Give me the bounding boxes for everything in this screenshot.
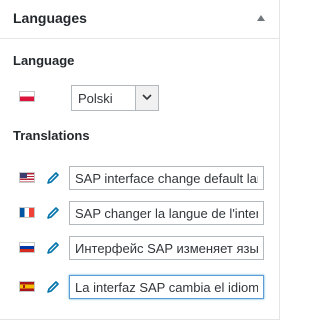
translation-input-fr[interactable]	[69, 201, 264, 225]
panel-header[interactable]: Languages	[0, 0, 279, 39]
panel-title: Languages	[13, 10, 87, 26]
translation-input-en[interactable]	[69, 166, 264, 190]
chevron-down-icon	[142, 94, 152, 101]
translations-label: Translations	[13, 128, 90, 143]
triangle-up-icon[interactable]	[257, 15, 265, 21]
select-dropdown-button[interactable]	[135, 86, 158, 110]
pencil-icon[interactable]	[46, 280, 60, 294]
language-label: Language	[13, 53, 75, 68]
language-select-value: Polski	[78, 91, 113, 106]
pl-flag-icon	[19, 91, 35, 102]
ru-flag-icon	[19, 242, 35, 253]
fr-flag-icon	[19, 207, 35, 218]
us-flag-icon	[19, 172, 35, 183]
language-select[interactable]: Polski	[71, 85, 159, 111]
pencil-icon[interactable]	[46, 171, 60, 185]
languages-panel: Languages Language Polski Translations	[0, 0, 280, 320]
translation-input-ru[interactable]	[69, 236, 264, 260]
pencil-icon[interactable]	[46, 206, 60, 220]
translation-input-es[interactable]	[69, 275, 264, 299]
es-flag-icon	[19, 281, 35, 292]
pencil-icon[interactable]	[46, 241, 60, 255]
